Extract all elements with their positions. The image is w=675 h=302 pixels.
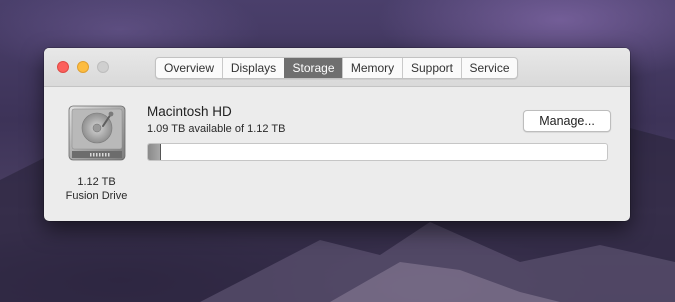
tab-bar: Overview Displays Storage Memory Support… (155, 57, 518, 79)
drive-capacity-label: 1.12 TB (77, 176, 116, 188)
desktop-wallpaper: Overview Displays Storage Memory Support… (0, 0, 675, 302)
title-bar: Overview Displays Storage Memory Support… (44, 48, 630, 87)
zoom-window-icon (97, 61, 109, 73)
tab-memory[interactable]: Memory (342, 58, 402, 78)
storage-used-segment (148, 144, 162, 160)
tab-displays[interactable]: Displays (222, 58, 284, 78)
disk-name: Macintosh HD (147, 104, 232, 119)
disk-available-text: 1.09 TB available of 1.12 TB (147, 123, 286, 135)
storage-usage-bar (147, 143, 608, 161)
manage-button[interactable]: Manage... (523, 110, 611, 132)
tab-storage[interactable]: Storage (284, 58, 342, 78)
drive-caption: 1.12 TB Fusion Drive (49, 175, 144, 203)
tab-overview[interactable]: Overview (156, 58, 222, 78)
close-window-icon[interactable] (57, 61, 69, 73)
tab-support[interactable]: Support (402, 58, 461, 78)
about-this-mac-window: Overview Displays Storage Memory Support… (44, 48, 630, 221)
tab-service[interactable]: Service (461, 58, 517, 78)
hard-drive-icon (68, 105, 126, 161)
storage-panel: 1.12 TB Fusion Drive Macintosh HD 1.09 T… (44, 87, 630, 221)
minimize-window-icon[interactable] (77, 61, 89, 73)
drive-type-label: Fusion Drive (65, 190, 128, 202)
